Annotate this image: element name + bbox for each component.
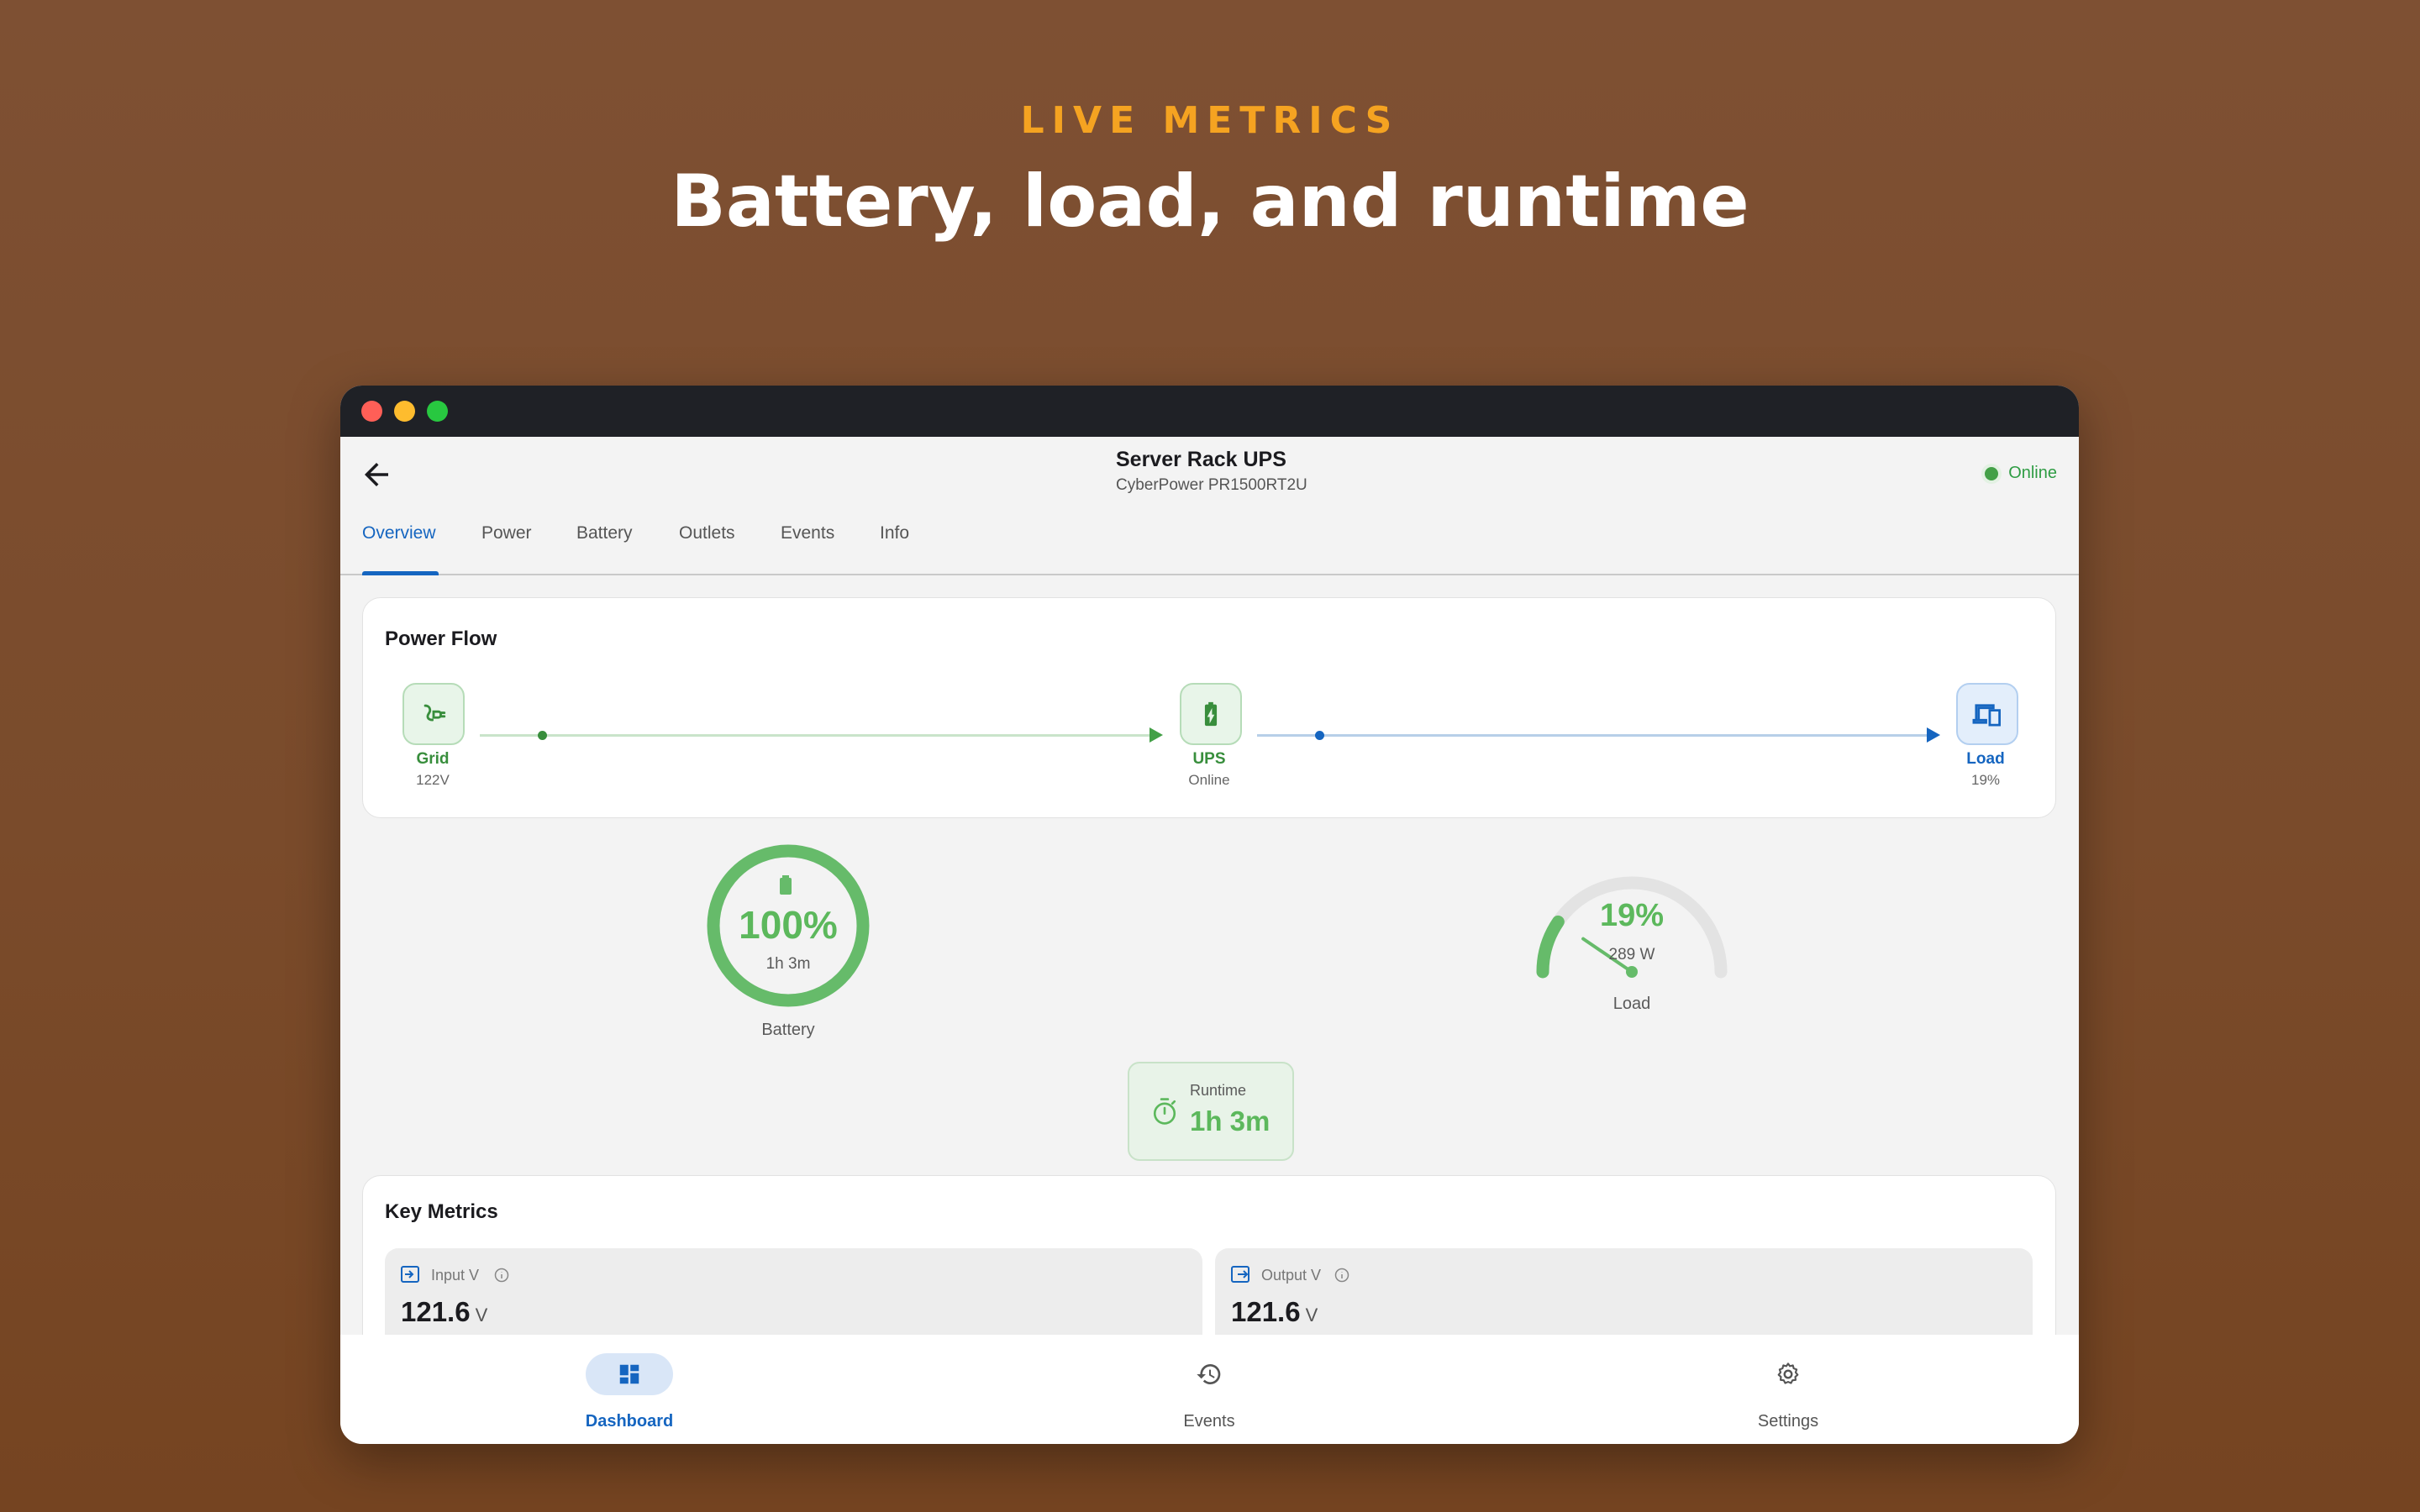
metric-output-unit: V bbox=[1305, 1305, 1318, 1326]
tab-events[interactable]: Events bbox=[781, 523, 834, 543]
runtime-value: 1h 3m bbox=[1190, 1105, 1270, 1137]
window-titlebar bbox=[340, 386, 2079, 437]
app-window: Server Rack UPS CyberPower PR1500RT2U On… bbox=[340, 386, 2079, 1444]
metric-input-unit: V bbox=[475, 1305, 488, 1326]
load-percent: 19% bbox=[1599, 898, 1665, 933]
flow-arrow-icon bbox=[1150, 727, 1163, 743]
devices-icon bbox=[1972, 704, 2002, 727]
flow-arrow-icon bbox=[1927, 727, 1940, 743]
input-icon bbox=[401, 1266, 419, 1283]
ups-state: Online bbox=[1188, 772, 1230, 788]
grid-to-ups-line bbox=[480, 734, 1157, 737]
hero-eyebrow: LIVE METRICS bbox=[1020, 99, 1400, 142]
runtime-card: Runtime 1h 3m bbox=[1128, 1062, 1294, 1161]
metric-output-value: 121.6 V bbox=[1231, 1296, 1318, 1328]
nav-events-pill bbox=[1165, 1353, 1253, 1395]
metric-output-label: Output V bbox=[1261, 1267, 1322, 1284]
load-node[interactable] bbox=[1956, 683, 2018, 745]
load-gauge-hub bbox=[1626, 966, 1638, 978]
info-icon[interactable] bbox=[494, 1268, 509, 1283]
metric-input-label: Input V bbox=[431, 1267, 480, 1284]
battery-runtime: 1h 3m bbox=[765, 955, 811, 973]
history-icon bbox=[1197, 1364, 1221, 1384]
tab-power[interactable]: Power bbox=[481, 523, 532, 543]
battery-label: Battery bbox=[761, 1021, 815, 1039]
metric-input-value: 121.6 V bbox=[401, 1296, 487, 1328]
info-icon[interactable] bbox=[1334, 1268, 1349, 1283]
load-percent-small: 19% bbox=[1970, 772, 2001, 788]
metric-output-number: 121.6 bbox=[1231, 1296, 1301, 1327]
dashboard-icon bbox=[619, 1364, 639, 1384]
metric-input-number: 121.6 bbox=[401, 1296, 471, 1327]
runtime-label: Runtime bbox=[1190, 1082, 1247, 1099]
device-model: CyberPower PR1500RT2U bbox=[1116, 476, 1307, 494]
power-flow-title: Power Flow bbox=[385, 627, 497, 650]
battery-percent: 100% bbox=[739, 903, 838, 947]
nav-events[interactable]: Events bbox=[1125, 1335, 1293, 1444]
grid-label: Grid bbox=[416, 750, 450, 768]
ups-to-load-line bbox=[1257, 734, 1934, 737]
status-badge: Online bbox=[1985, 464, 2057, 483]
window-close-button[interactable] bbox=[361, 401, 382, 422]
output-icon bbox=[1231, 1266, 1249, 1283]
window-zoom-button[interactable] bbox=[427, 401, 448, 422]
tab-outlets[interactable]: Outlets bbox=[679, 523, 735, 543]
nav-settings-pill bbox=[1744, 1353, 1832, 1395]
grid-flow-pulse bbox=[538, 731, 547, 740]
gear-icon bbox=[1777, 1362, 1799, 1384]
nav-settings-label: Settings bbox=[1757, 1412, 1819, 1431]
load-label-text: Load bbox=[1612, 995, 1651, 1013]
window-minimize-button[interactable] bbox=[394, 401, 415, 422]
plug-icon bbox=[424, 704, 446, 722]
load-flow-pulse bbox=[1315, 731, 1324, 740]
battery-icon bbox=[780, 875, 792, 895]
nav-dashboard[interactable]: Dashboard bbox=[545, 1335, 713, 1444]
ups-node[interactable] bbox=[1180, 683, 1242, 745]
load-label: Load bbox=[1966, 750, 2005, 768]
load-watts: 289 W bbox=[1608, 946, 1655, 963]
active-tab-indicator bbox=[362, 571, 439, 575]
tab-battery[interactable]: Battery bbox=[576, 523, 633, 543]
nav-dashboard-pill bbox=[586, 1353, 673, 1395]
page-title: Server Rack UPS bbox=[1116, 448, 1286, 471]
status-text: Online bbox=[2008, 464, 2057, 482]
timer-icon bbox=[1153, 1098, 1176, 1125]
tab-overview[interactable]: Overview bbox=[362, 523, 436, 543]
hero-headline: Battery, load, and runtime bbox=[671, 160, 1749, 244]
grid-node[interactable] bbox=[402, 683, 465, 745]
arrow-back-icon bbox=[365, 463, 388, 486]
bottom-navigation: Dashboard Events Settings bbox=[340, 1335, 2079, 1444]
key-metrics-title: Key Metrics bbox=[385, 1200, 498, 1223]
nav-settings[interactable]: Settings bbox=[1704, 1335, 1872, 1444]
status-dot-icon bbox=[1985, 466, 1999, 480]
battery-charging-icon bbox=[1204, 701, 1218, 727]
nav-events-label: Events bbox=[1183, 1412, 1235, 1431]
back-button[interactable] bbox=[359, 457, 394, 492]
nav-dashboard-label: Dashboard bbox=[585, 1412, 674, 1431]
ups-label: UPS bbox=[1192, 750, 1226, 768]
tab-info[interactable]: Info bbox=[880, 523, 909, 543]
grid-voltage: 122V bbox=[416, 772, 450, 788]
